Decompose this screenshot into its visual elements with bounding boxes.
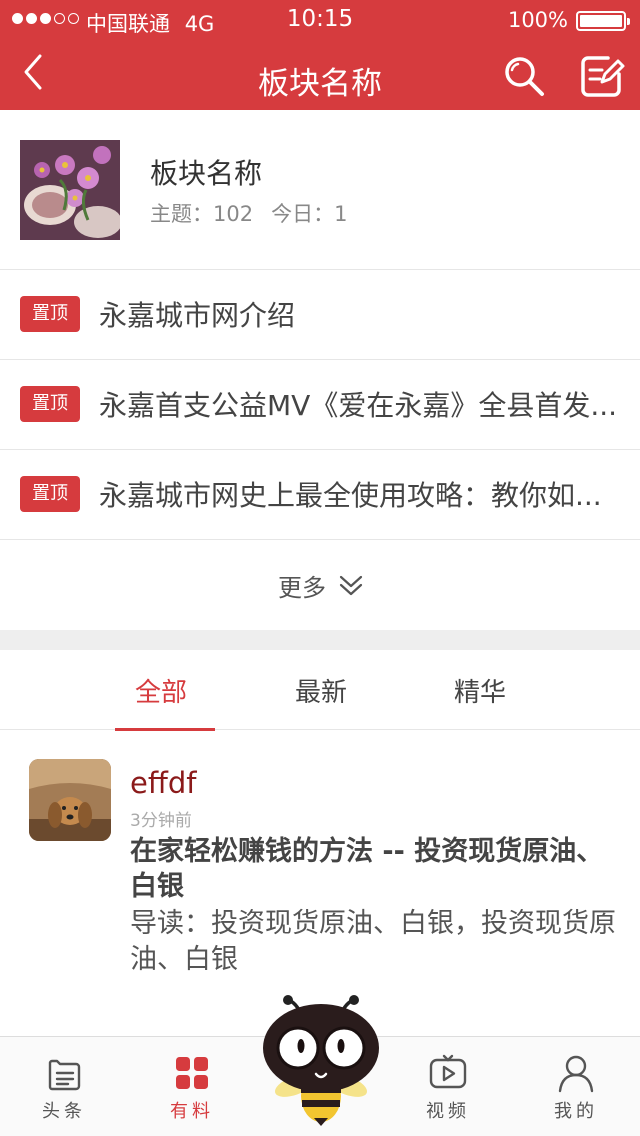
more-label: 更多 bbox=[278, 574, 326, 602]
news-icon bbox=[48, 1059, 81, 1091]
pinned-badge: 置顶 bbox=[20, 476, 80, 512]
pinned-thread-title: 永嘉城市网史上最全使用攻略：教你如... bbox=[99, 479, 602, 512]
search-icon bbox=[505, 57, 544, 96]
battery-icon bbox=[576, 11, 630, 31]
forum-thumbnail bbox=[20, 140, 120, 240]
compose-button[interactable] bbox=[578, 52, 626, 100]
post-summary: 导读：投资现货原油、白银，投资现货原油、白银 bbox=[130, 908, 616, 975]
post-time: 3分钟前 bbox=[130, 811, 192, 831]
tabbar-item-news[interactable]: 头条 bbox=[0, 1037, 128, 1136]
double-chevron-down-icon bbox=[339, 575, 363, 595]
pinned-thread[interactable]: 置顶 永嘉首支公益MV《爱在永嘉》全县首发... bbox=[0, 360, 640, 450]
pinned-badge: 置顶 bbox=[20, 296, 80, 332]
tabbar-item-discover[interactable]: 有料 bbox=[128, 1037, 256, 1136]
forum-name: 板块名称 bbox=[150, 157, 263, 190]
tab-latest[interactable]: 最新 bbox=[271, 672, 371, 709]
tabbar-item-video[interactable]: 视频 bbox=[384, 1037, 512, 1136]
bee-mascot-button[interactable] bbox=[256, 990, 386, 1126]
battery-percent: 100% bbox=[507, 8, 568, 32]
profile-icon bbox=[558, 1055, 594, 1093]
tabbar-label: 头条 bbox=[42, 1101, 86, 1122]
app-header: 中国联通 4G 10:15 100% 板块名称 bbox=[0, 0, 640, 110]
tab-all[interactable]: 全部 bbox=[111, 672, 211, 709]
tabbar-label: 有料 bbox=[170, 1101, 214, 1122]
tabbar-label: 视频 bbox=[426, 1101, 470, 1122]
topic-count: 主题：102 bbox=[150, 202, 254, 226]
forum-info-card: 板块名称 主题：102 今日：1 bbox=[0, 110, 640, 270]
tabbar-item-profile[interactable]: 我的 bbox=[512, 1037, 640, 1136]
section-divider bbox=[0, 630, 640, 650]
tabbar-label: 我的 bbox=[554, 1101, 598, 1122]
forum-stats: 主题：102 今日：1 bbox=[150, 198, 347, 228]
bee-mascot-icon bbox=[263, 995, 379, 1126]
post-author[interactable]: effdf bbox=[130, 766, 196, 800]
avatar[interactable] bbox=[29, 759, 111, 841]
compose-icon bbox=[581, 56, 625, 97]
pinned-thread-title: 永嘉首支公益MV《爱在永嘉》全县首发... bbox=[99, 389, 618, 422]
today-count: 今日：1 bbox=[271, 202, 348, 226]
search-button[interactable] bbox=[500, 52, 548, 100]
more-button-content: 更多 bbox=[278, 568, 364, 603]
pinned-thread[interactable]: 置顶 永嘉城市网史上最全使用攻略：教你如... bbox=[0, 450, 640, 540]
pinned-thread[interactable]: 置顶 永嘉城市网介绍 bbox=[0, 270, 640, 360]
post-title[interactable]: 在家轻松赚钱的方法 -- 投资现货原油、白银 bbox=[130, 834, 630, 904]
more-button[interactable]: 更多 bbox=[0, 540, 640, 630]
status-bar: 中国联通 4G 10:15 100% bbox=[0, 0, 640, 40]
tab-featured[interactable]: 精华 bbox=[430, 672, 530, 709]
filter-tabs: 全部 最新 精华 bbox=[0, 650, 640, 731]
grid-icon bbox=[176, 1057, 208, 1089]
video-icon bbox=[429, 1054, 467, 1089]
pinned-thread-title: 永嘉城市网介绍 bbox=[99, 299, 296, 332]
pinned-badge: 置顶 bbox=[20, 386, 80, 422]
